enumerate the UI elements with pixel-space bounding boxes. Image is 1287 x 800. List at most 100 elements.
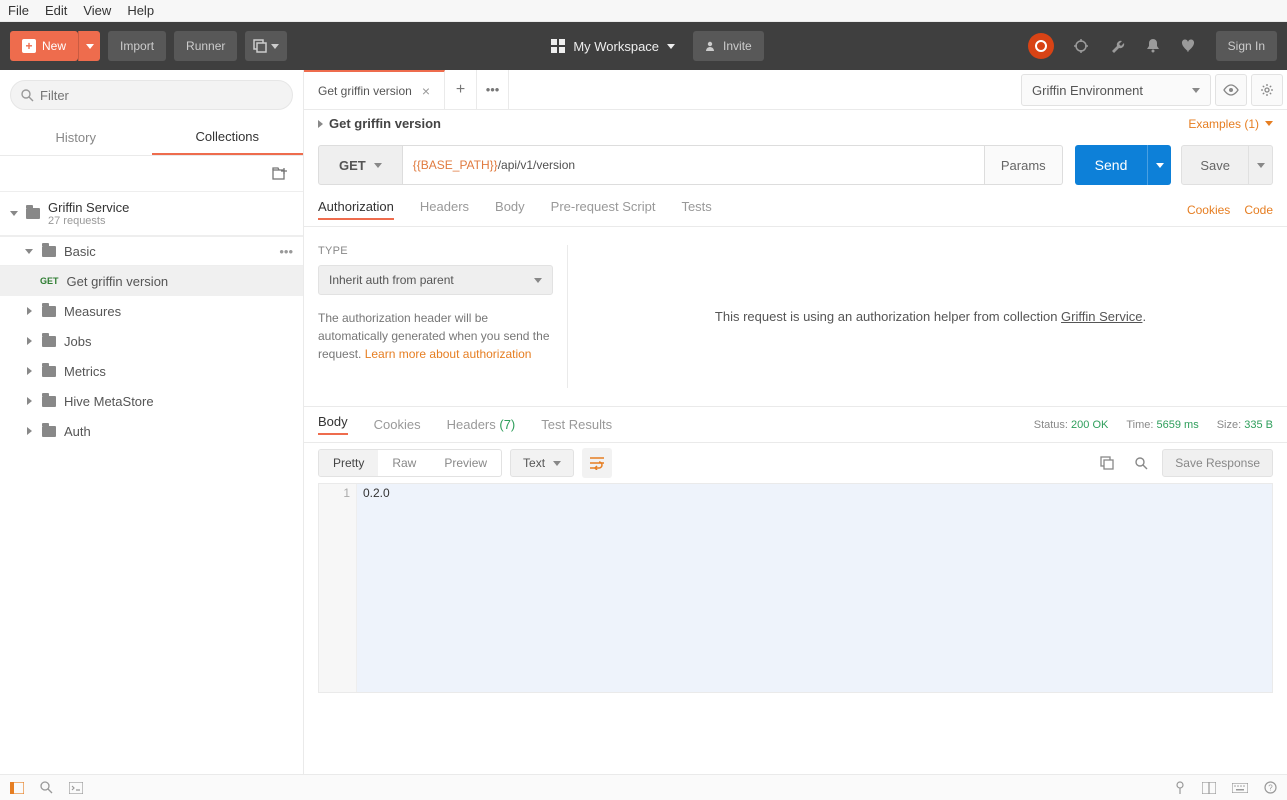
filter-input[interactable] bbox=[40, 88, 282, 103]
search-icon bbox=[21, 89, 34, 102]
chevron-down-icon bbox=[25, 249, 33, 254]
tab-request-active[interactable]: Get griffin version × bbox=[304, 70, 445, 109]
folder-label: Metrics bbox=[64, 364, 106, 379]
filter-input-wrapper[interactable] bbox=[10, 80, 293, 110]
new-window-button[interactable] bbox=[245, 31, 287, 61]
wrench-icon[interactable] bbox=[1108, 37, 1126, 55]
auth-type-label: TYPE bbox=[318, 245, 553, 257]
menu-edit[interactable]: Edit bbox=[45, 3, 67, 18]
send-dropdown[interactable] bbox=[1147, 145, 1171, 185]
new-dropdown[interactable] bbox=[78, 31, 100, 61]
auth-collection-link[interactable]: Griffin Service bbox=[1061, 309, 1142, 324]
window-icon bbox=[253, 39, 267, 53]
resptab-tests[interactable]: Test Results bbox=[541, 417, 612, 432]
keyboard-shortcuts-icon[interactable] bbox=[1232, 783, 1248, 793]
view-mode-segment: Pretty Raw Preview bbox=[318, 449, 502, 477]
view-pretty[interactable]: Pretty bbox=[319, 450, 378, 476]
folder-auth[interactable]: Auth bbox=[0, 416, 303, 446]
plus-icon: + bbox=[22, 39, 36, 53]
resptab-headers[interactable]: Headers (7) bbox=[447, 417, 516, 432]
save-response-button[interactable]: Save Response bbox=[1162, 449, 1273, 477]
auth-learn-more-link[interactable]: Learn more about authorization bbox=[365, 347, 532, 361]
folder-label: Measures bbox=[64, 304, 121, 319]
new-button[interactable]: + New bbox=[10, 31, 78, 61]
menu-view[interactable]: View bbox=[83, 3, 111, 18]
resptab-body[interactable]: Body bbox=[318, 414, 348, 435]
folder-icon bbox=[42, 336, 56, 347]
resptab-cookies[interactable]: Cookies bbox=[374, 417, 421, 432]
sidebar-toggle-icon[interactable] bbox=[10, 782, 24, 794]
folder-hive-metastore[interactable]: Hive MetaStore bbox=[0, 386, 303, 416]
send-button[interactable]: Send bbox=[1075, 145, 1148, 185]
cookies-link[interactable]: Cookies bbox=[1187, 203, 1230, 217]
folder-icon bbox=[26, 208, 40, 219]
console-icon[interactable] bbox=[69, 782, 83, 794]
menu-file[interactable]: File bbox=[8, 3, 29, 18]
code-link[interactable]: Code bbox=[1244, 203, 1273, 217]
save-dropdown[interactable] bbox=[1249, 145, 1273, 185]
tab-add-button[interactable]: + bbox=[445, 70, 477, 109]
bootcamp-icon[interactable] bbox=[1174, 781, 1186, 795]
view-raw[interactable]: Raw bbox=[378, 450, 430, 476]
workspace-selector[interactable]: My Workspace bbox=[551, 39, 675, 54]
reqtab-authorization[interactable]: Authorization bbox=[318, 199, 394, 220]
main-toolbar: + New Import Runner My Workspace Invite … bbox=[0, 22, 1287, 70]
request-title[interactable]: Get griffin version bbox=[318, 116, 441, 131]
env-preview-button[interactable] bbox=[1215, 74, 1247, 106]
sync-status-icon[interactable] bbox=[1028, 33, 1054, 59]
collection-header[interactable]: Griffin Service 27 requests bbox=[0, 192, 303, 236]
folder-basic[interactable]: Basic ••• bbox=[0, 236, 303, 266]
chevron-down-icon bbox=[10, 211, 18, 216]
chevron-right-icon bbox=[27, 307, 32, 315]
grid-icon bbox=[551, 39, 565, 53]
two-pane-icon[interactable] bbox=[1202, 782, 1216, 794]
examples-dropdown[interactable]: Examples (1) bbox=[1188, 117, 1273, 131]
status-value: 200 OK bbox=[1071, 419, 1108, 431]
signin-button[interactable]: Sign In bbox=[1216, 31, 1277, 61]
view-preview[interactable]: Preview bbox=[430, 450, 501, 476]
tab-more-button[interactable]: ••• bbox=[477, 70, 509, 109]
folder-icon bbox=[42, 246, 56, 257]
request-get-griffin-version[interactable]: GET Get griffin version bbox=[0, 266, 303, 296]
reqtab-headers[interactable]: Headers bbox=[420, 199, 469, 220]
response-text[interactable]: 0.2.0 bbox=[363, 486, 1266, 500]
heart-icon[interactable] bbox=[1180, 37, 1198, 55]
wrap-lines-button[interactable] bbox=[582, 448, 612, 478]
folder-measures[interactable]: Measures bbox=[0, 296, 303, 326]
search-response-button[interactable] bbox=[1128, 450, 1154, 476]
save-button[interactable]: Save bbox=[1181, 145, 1249, 185]
url-input[interactable]: {{BASE_PATH}}/api/v1/version bbox=[403, 145, 985, 185]
bell-icon[interactable] bbox=[1144, 37, 1162, 55]
invite-button[interactable]: Invite bbox=[693, 31, 764, 61]
tab-collections[interactable]: Collections bbox=[152, 120, 304, 155]
folder-label: Auth bbox=[64, 424, 91, 439]
reqtab-tests[interactable]: Tests bbox=[681, 199, 711, 220]
tab-history[interactable]: History bbox=[0, 120, 152, 155]
capture-icon[interactable] bbox=[1072, 37, 1090, 55]
chevron-down-icon bbox=[553, 461, 561, 466]
environment-selector[interactable]: Griffin Environment bbox=[1021, 74, 1211, 106]
invite-label: Invite bbox=[723, 39, 752, 53]
find-icon[interactable] bbox=[40, 781, 53, 794]
copy-response-button[interactable] bbox=[1094, 450, 1120, 476]
folder-more-icon[interactable]: ••• bbox=[279, 244, 303, 259]
collection-count: 27 requests bbox=[48, 215, 129, 227]
close-icon[interactable]: × bbox=[422, 83, 430, 99]
examples-label: Examples (1) bbox=[1188, 117, 1259, 131]
runner-button[interactable]: Runner bbox=[174, 31, 237, 61]
folder-metrics[interactable]: Metrics bbox=[0, 356, 303, 386]
method-selector[interactable]: GET bbox=[318, 145, 403, 185]
format-selector[interactable]: Text bbox=[510, 449, 574, 477]
reqtab-body[interactable]: Body bbox=[495, 199, 525, 220]
auth-helper-pre: This request is using an authorization h… bbox=[715, 309, 1061, 324]
help-icon[interactable]: ? bbox=[1264, 781, 1277, 794]
folder-jobs[interactable]: Jobs bbox=[0, 326, 303, 356]
response-body: 1 0.2.0 bbox=[318, 483, 1273, 693]
menu-help[interactable]: Help bbox=[127, 3, 154, 18]
params-button[interactable]: Params bbox=[985, 145, 1063, 185]
auth-type-selector[interactable]: Inherit auth from parent bbox=[318, 265, 553, 295]
env-settings-button[interactable] bbox=[1251, 74, 1283, 106]
import-button[interactable]: Import bbox=[108, 31, 166, 61]
new-collection-icon[interactable] bbox=[271, 165, 289, 183]
reqtab-prerequest[interactable]: Pre-request Script bbox=[551, 199, 656, 220]
